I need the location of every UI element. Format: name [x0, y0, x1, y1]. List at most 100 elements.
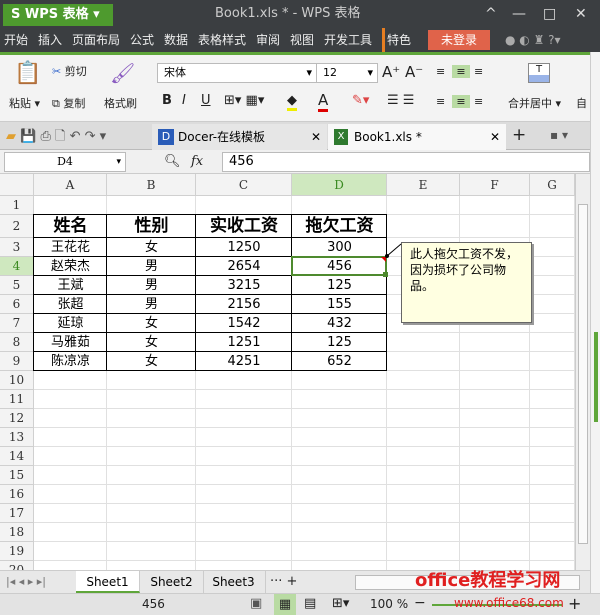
merge-icon[interactable]: T: [528, 63, 550, 83]
row-header-16[interactable]: 16: [0, 485, 34, 504]
column-header-C[interactable]: C: [196, 174, 292, 196]
page-break-view-icon[interactable]: ▤: [304, 596, 316, 611]
add-sheet-icon[interactable]: ··· +: [270, 574, 297, 589]
skin-icon[interactable]: ● ◐ ♜ ?▾: [505, 28, 561, 52]
cell-C3[interactable]: 1250: [196, 238, 292, 257]
row-header-13[interactable]: 13: [0, 428, 34, 447]
cell-B8[interactable]: 女: [107, 333, 196, 352]
column-header-G[interactable]: G: [530, 174, 575, 196]
cell-A4[interactable]: 赵荣杰: [34, 257, 107, 276]
row-header-15[interactable]: 15: [0, 466, 34, 485]
cell-C7[interactable]: 1542: [196, 314, 292, 333]
column-header-A[interactable]: A: [34, 174, 107, 196]
increase-font-icon[interactable]: A⁺ A⁻: [382, 63, 423, 81]
font-size-select[interactable]: 12 ▾: [316, 63, 378, 83]
row-header-1[interactable]: 1: [0, 196, 34, 215]
maximize-button[interactable]: □: [543, 0, 556, 28]
login-button[interactable]: 未登录: [428, 30, 490, 50]
menu-data[interactable]: 数据: [164, 28, 188, 52]
column-header-F[interactable]: F: [460, 174, 530, 196]
cell-B2[interactable]: 性别: [107, 215, 196, 238]
row-header-17[interactable]: 17: [0, 504, 34, 523]
align-left-icon[interactable]: ≡: [436, 95, 445, 108]
close-tab-icon[interactable]: ✕: [490, 124, 500, 150]
cell-B5[interactable]: 男: [107, 276, 196, 295]
cell-D2[interactable]: 拖欠工资: [292, 215, 387, 238]
merge-center-button[interactable]: 合并居中 ▾: [508, 95, 561, 111]
spreadsheet-grid[interactable]: A B C D E F G 1 2 3 4 5 6 7 8 9 10 11 12 13 14 15 16 17 18 19 20 姓名…: [0, 174, 575, 570]
collapse-ribbon-button[interactable]: ^: [485, 0, 497, 28]
minimize-button[interactable]: —: [512, 0, 526, 28]
new-tab-icon[interactable]: +: [512, 125, 526, 145]
cell-B4[interactable]: 男: [107, 257, 196, 276]
align-top-icon[interactable]: ≡: [436, 65, 445, 78]
cell-A9[interactable]: 陈凉凉: [34, 352, 107, 371]
tab-menu-icon[interactable]: ▪ ▾: [550, 128, 568, 142]
row-header-11[interactable]: 11: [0, 390, 34, 409]
function-icon[interactable]: fx: [191, 154, 203, 169]
cell-A3[interactable]: 王花花: [34, 238, 107, 257]
cell-comment[interactable]: 此人拖欠工资不发，因为损坏了公司物品。: [401, 242, 532, 323]
sheet-nav-icons[interactable]: |◂ ◂ ▸ ▸|: [6, 575, 46, 588]
normal-view-icon[interactable]: ▦: [274, 594, 296, 615]
cell-C2[interactable]: 实收工资: [196, 215, 292, 238]
align-right-icon[interactable]: ≡: [474, 95, 483, 108]
zoom-in-icon[interactable]: +: [568, 594, 581, 613]
menu-page-layout[interactable]: 页面布局: [72, 28, 120, 52]
row-header-14[interactable]: 14: [0, 447, 34, 466]
tab-docer[interactable]: D Docer-在线模板 ✕: [152, 124, 327, 150]
fill-color-icon[interactable]: ◆: [287, 93, 297, 111]
cell-C4[interactable]: 2654: [196, 257, 292, 276]
zoom-find-icon[interactable]: 🔍︎: [164, 154, 181, 169]
clear-format-icon[interactable]: ✎▾: [352, 93, 369, 108]
font-color-icon[interactable]: A: [318, 91, 329, 112]
row-header-5[interactable]: 5: [0, 276, 34, 295]
menu-home[interactable]: 开始: [4, 28, 29, 54]
menu-insert[interactable]: 插入: [38, 28, 62, 52]
column-header-E[interactable]: E: [387, 174, 460, 196]
sheet-tab-2[interactable]: Sheet2: [140, 571, 204, 593]
paste-icon[interactable]: 📋: [14, 61, 41, 86]
cell-A6[interactable]: 张超: [34, 295, 107, 314]
cell-C6[interactable]: 2156: [196, 295, 292, 314]
row-header-8[interactable]: 8: [0, 333, 34, 352]
align-middle-icon[interactable]: ≡: [452, 65, 470, 78]
indent-icon[interactable]: ☰ ☰: [387, 93, 414, 108]
row-header-10[interactable]: 10: [0, 371, 34, 390]
save-icon[interactable]: ▣: [250, 596, 262, 611]
cell-D4[interactable]: 456: [292, 257, 387, 276]
font-family-select[interactable]: 宋体 ▾: [157, 63, 317, 83]
scroll-thumb[interactable]: [578, 204, 588, 544]
menu-review[interactable]: 审阅: [256, 28, 280, 52]
copy-button[interactable]: ⧉ 复制: [52, 95, 85, 111]
cell-D9[interactable]: 652: [292, 352, 387, 371]
sheet-tab-1[interactable]: Sheet1: [76, 571, 140, 593]
cell-B6[interactable]: 男: [107, 295, 196, 314]
close-tab-icon[interactable]: ✕: [311, 124, 321, 150]
app-menu-button[interactable]: S WPS 表格 ▾: [3, 4, 113, 26]
underline-button[interactable]: U: [201, 93, 211, 108]
row-header-18[interactable]: 18: [0, 523, 34, 542]
menu-table-style[interactable]: 表格样式: [198, 28, 246, 52]
vertical-scrollbar[interactable]: [575, 174, 590, 570]
close-button[interactable]: ✕: [575, 0, 587, 28]
autowrap-button[interactable]: 自: [576, 95, 587, 111]
row-header-19[interactable]: 19: [0, 542, 34, 561]
page-layout-icon[interactable]: ⊞▾: [332, 596, 349, 611]
cell-C8[interactable]: 1251: [196, 333, 292, 352]
row-header-7[interactable]: 7: [0, 314, 34, 333]
row-header-3[interactable]: 3: [0, 238, 34, 257]
column-header-B[interactable]: B: [107, 174, 196, 196]
menu-developer[interactable]: 开发工具: [324, 28, 372, 52]
italic-button[interactable]: I: [182, 93, 186, 108]
cell-C9[interactable]: 4251: [196, 352, 292, 371]
zoom-out-icon[interactable]: −: [414, 595, 426, 611]
cell-D5[interactable]: 125: [292, 276, 387, 295]
row-header-9[interactable]: 9: [0, 352, 34, 371]
align-center-icon[interactable]: ≡: [452, 95, 470, 108]
cell-D6[interactable]: 155: [292, 295, 387, 314]
cell-D3[interactable]: 300: [292, 238, 387, 257]
cell-B9[interactable]: 女: [107, 352, 196, 371]
cell-C5[interactable]: 3215: [196, 276, 292, 295]
menu-special[interactable]: 特色: [382, 28, 411, 52]
